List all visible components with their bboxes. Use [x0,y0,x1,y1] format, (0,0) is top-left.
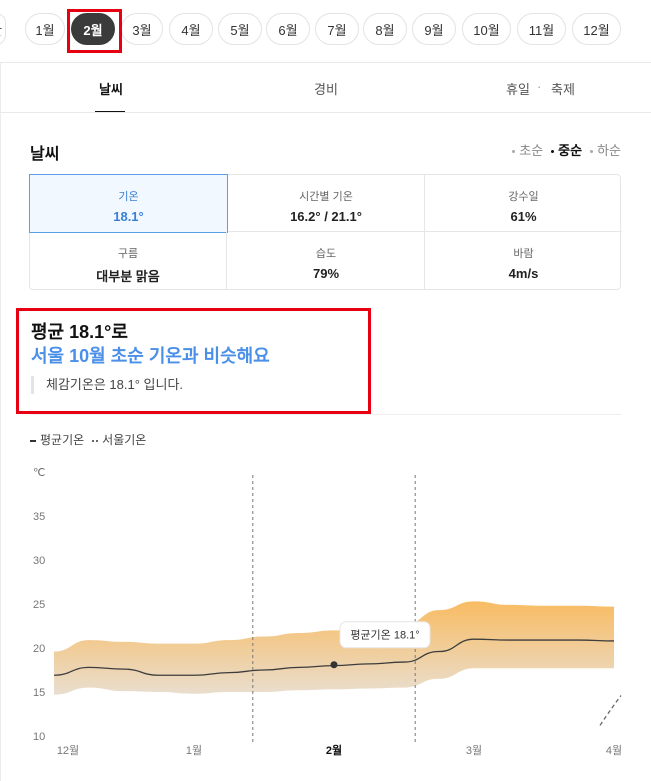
bullet-icon [590,150,594,154]
data-point-marker [330,661,338,669]
stat-label: 기온 [118,191,139,203]
stat-hourly-temperature[interactable]: 시간별 기온 16.2° / 21.1° [228,175,425,232]
tab-separator: · [537,79,542,94]
stat-temperature[interactable]: 기온 18.1° [29,174,228,233]
period-late[interactable]: 하순 [590,140,621,159]
stat-rain-days[interactable]: 강수일 61% [425,175,622,232]
y-tick-label: 30 [33,555,45,567]
stat-label: 구름 [117,248,139,260]
period-early[interactable]: 초순 [512,140,543,159]
month-chip[interactable]: 7월 [315,13,359,45]
bullet-icon [512,150,516,154]
temperature-chart: ℃ 10 15 20 25 30 35 평균기온 18.1° 12월 1월 2월 3월 4월 [33,467,622,757]
stat-value: 4m/s [508,266,539,281]
month-chip[interactable]: 5월 [218,13,262,45]
month-chip[interactable]: 1월 [25,13,65,45]
tab-festival[interactable]: 축제 [551,79,575,98]
month-chip[interactable]: 한 [0,13,6,45]
divider [0,112,651,113]
stat-label: 바람 [513,248,534,260]
tab-weather[interactable]: 날씨 [99,79,123,98]
month-chip[interactable]: 6월 [266,13,310,45]
stat-label: 시간별 기온 [299,191,353,203]
series-line-seoul [599,695,622,726]
stat-value: 16.2° / 21.1° [290,209,362,224]
stat-cloud[interactable]: 구름 대부분 맑음 [30,232,227,289]
x-tick-label: 1월 [186,744,202,757]
period-mid[interactable]: 중순 [551,140,582,159]
tooltip-label: 평균기온 18.1° [350,629,419,642]
tab-cost[interactable]: 경비 [314,79,338,98]
stat-label: 습도 [315,248,337,260]
summary-highlight [16,308,371,414]
legend-seoul: 서울기온 [92,431,146,448]
x-tick-label: 4월 [606,744,622,757]
solid-line-icon [30,439,36,442]
section-title: 날씨 [30,146,60,163]
tab-holiday[interactable]: 휴일 [506,79,530,98]
y-axis-unit: ℃ [33,467,45,479]
stat-value: 79% [312,266,340,281]
tab-bar: 날씨 경비 휴일 · 축제 [0,63,651,113]
legend-avg: 평균기온 [30,431,84,448]
selected-month-highlight [67,9,122,53]
y-tick-label: 15 [33,687,45,699]
stat-value: 18.1° [113,209,144,224]
y-tick-label: 10 [33,731,45,743]
month-chip[interactable]: 12월 [572,13,621,45]
month-chip[interactable]: 11월 [517,13,566,45]
stat-value: 61% [510,209,537,224]
stat-humidity[interactable]: 습도 79% [228,232,425,289]
y-tick-label: 35 [33,511,45,523]
month-chip[interactable]: 8월 [363,13,407,45]
x-tick-label: 12월 [57,744,79,757]
month-chip[interactable]: 3월 [121,13,163,45]
period-selector: 초순 중순 하순 [512,140,621,159]
chart-legend: 평균기온 서울기온 [30,431,146,448]
stat-wind[interactable]: 바람 4m/s [425,232,622,289]
x-tick-label: 2월 [326,743,342,757]
weather-stats-grid: 기온 18.1° 시간별 기온 16.2° / 21.1° 강수일 61% 구름… [29,174,622,290]
month-chip[interactable]: 4월 [169,13,213,45]
bullet-icon [551,150,555,154]
stat-label: 강수일 [508,191,539,203]
x-tick-label: 3월 [466,744,482,757]
y-tick-label: 20 [33,643,45,655]
dotted-line-icon [92,439,99,442]
stat-value: 대부분 맑음 [96,269,160,284]
y-tick-label: 25 [33,599,45,611]
month-chip[interactable]: 9월 [412,13,456,45]
temperature-range-band [54,601,614,695]
divider [30,414,621,415]
month-chip[interactable]: 10월 [462,13,511,45]
